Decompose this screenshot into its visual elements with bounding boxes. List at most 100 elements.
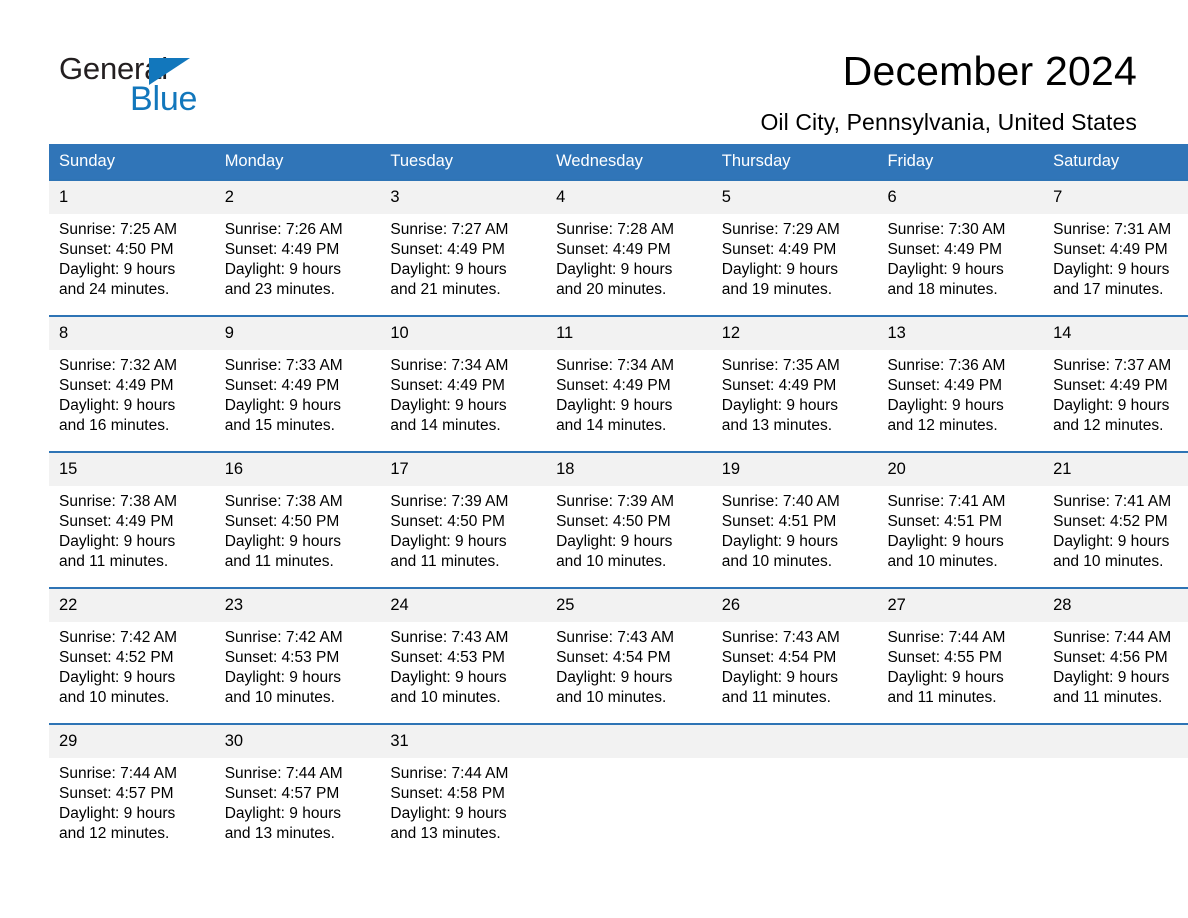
sunset-text: Sunset: 4:49 PM	[390, 241, 505, 258]
weekday-header-saturday: Saturday	[1043, 144, 1188, 180]
generalblue-logo: General Blue	[49, 47, 249, 127]
calendar-day-cell[interactable]: 22 Sunrise: 7:42 AM Sunset: 4:52 PM Dayligh…	[49, 587, 215, 708]
day-info: Sunrise: 7:36 AM Sunset: 4:49 PM Daylight:…	[877, 350, 1043, 436]
day-info: Sunrise: 7:42 AM Sunset: 4:52 PM Daylight:…	[49, 622, 215, 708]
sunset-text: Sunset: 4:49 PM	[1053, 377, 1168, 394]
sunrise-text: Sunrise: 7:44 AM	[59, 765, 178, 782]
day-info: Sunrise: 7:43 AM Sunset: 4:54 PM Daylight:…	[712, 622, 878, 708]
calendar-day-cell[interactable]: 2 Sunrise: 7:26 AM Sunset: 4:49 PM Daylight…	[214, 179, 381, 298]
calendar-day-cell[interactable]: 19 Sunrise: 7:40 AM Sunset: 4:51 PM Dayligh…	[711, 451, 878, 570]
sunset-text: Sunset: 4:49 PM	[59, 513, 174, 530]
daylight-text-line1: Daylight: 9 hours	[224, 669, 341, 686]
daylight-text-line1: Daylight: 9 hours	[390, 805, 507, 822]
sunrise-text: Sunrise: 7:38 AM	[224, 493, 343, 510]
day-cell-inner: 18 Sunrise: 7:39 AM Sunset: 4:50 PM Dayligh…	[546, 453, 712, 572]
calendar-day-cell[interactable]: 16 Sunrise: 7:38 AM Sunset: 4:50 PM Dayligh…	[214, 451, 381, 570]
calendar-day-cell[interactable]: 17 Sunrise: 7:39 AM Sunset: 4:50 PM Dayligh…	[380, 451, 547, 572]
day-number: 19	[711, 453, 878, 486]
day-info	[546, 758, 712, 764]
sunrise-text: Sunrise: 7:36 AM	[887, 357, 1006, 374]
calendar-day-cell[interactable]: 4 Sunrise: 7:28 AM Sunset: 4:49 PM Daylight…	[546, 179, 712, 298]
day-cell-inner: 5 Sunrise: 7:29 AM Sunset: 4:49 PM Daylight…	[711, 181, 878, 300]
day-info: Sunrise: 7:44 AM Sunset: 4:55 PM Daylight:…	[877, 622, 1043, 708]
calendar-day-cell[interactable]: 21 Sunrise: 7:41 AM Sunset: 4:52 PM Dayligh…	[1043, 451, 1188, 570]
weekday-header-friday: Friday	[877, 144, 1044, 180]
day-cell-inner: 12 Sunrise: 7:35 AM Sunset: 4:49 PM Dayligh…	[711, 317, 878, 436]
calendar-day-cell[interactable]: 18 Sunrise: 7:39 AM Sunset: 4:50 PM Dayligh…	[546, 451, 712, 572]
day-info: Sunrise: 7:42 AM Sunset: 4:53 PM Daylight:…	[215, 622, 381, 708]
day-cell-inner	[1043, 725, 1188, 841]
calendar-day-cell[interactable]: 15 Sunrise: 7:38 AM Sunset: 4:49 PM Dayligh…	[49, 451, 215, 570]
calendar-day-cell[interactable]: 3 Sunrise: 7:27 AM Sunset: 4:49 PM Daylight…	[380, 179, 547, 300]
day-info: Sunrise: 7:39 AM Sunset: 4:50 PM Daylight:…	[380, 486, 546, 572]
calendar-day-cell[interactable]: 13 Sunrise: 7:36 AM Sunset: 4:49 PM Dayligh…	[877, 315, 1044, 436]
daylight-text-line1: Daylight: 9 hours	[556, 533, 673, 550]
calendar-day-cell[interactable]: 28 Sunrise: 7:44 AM Sunset: 4:56 PM Dayligh…	[1043, 587, 1188, 706]
calendar-day-cell[interactable]: 7 Sunrise: 7:31 AM Sunset: 4:49 PM Daylight…	[1043, 179, 1188, 300]
sunset-text: Sunset: 4:53 PM	[224, 649, 340, 666]
day-cell-inner: 6 Sunrise: 7:30 AM Sunset: 4:49 PM Daylight…	[877, 181, 1044, 298]
calendar-day-cell[interactable]: 24 Sunrise: 7:43 AM Sunset: 4:53 PM Dayligh…	[380, 587, 547, 706]
day-number: 11	[546, 317, 712, 350]
calendar-day-cell[interactable]: 11 Sunrise: 7:34 AM Sunset: 4:49 PM Dayligh…	[546, 315, 712, 434]
page-header: General Blue December 2024 Oil City, Pen…	[49, 0, 1139, 135]
calendar-day-cell[interactable]: 31 Sunrise: 7:44 AM Sunset: 4:58 PM Dayligh…	[380, 723, 547, 842]
calendar-body: 1 Sunrise: 7:25 AM Sunset: 4:50 PM Daylight…	[49, 179, 1188, 844]
day-cell-inner: 26 Sunrise: 7:43 AM Sunset: 4:54 PM Dayligh…	[711, 589, 878, 708]
sunrise-text: Sunrise: 7:39 AM	[556, 493, 675, 510]
calendar-week-row: 29 Sunrise: 7:44 AM Sunset: 4:57 PM Dayligh…	[49, 723, 1188, 844]
calendar-day-cell[interactable]: 23 Sunrise: 7:42 AM Sunset: 4:53 PM Dayligh…	[214, 587, 381, 708]
daylight-text-line1: Daylight: 9 hours	[390, 397, 507, 414]
weekday-header-sunday: Sunday	[49, 144, 215, 180]
day-number: 28	[1043, 589, 1188, 622]
day-cell-inner: 27 Sunrise: 7:44 AM Sunset: 4:55 PM Dayligh…	[877, 589, 1044, 708]
day-info: Sunrise: 7:39 AM Sunset: 4:50 PM Daylight:…	[546, 486, 712, 572]
calendar-day-cell[interactable]: 9 Sunrise: 7:33 AM Sunset: 4:49 PM Daylight…	[214, 315, 381, 434]
calendar-day-cell[interactable]: 30 Sunrise: 7:44 AM Sunset: 4:57 PM Dayligh…	[214, 723, 381, 844]
calendar-day-cell-empty	[877, 723, 1044, 841]
calendar-day-cell[interactable]: 25 Sunrise: 7:43 AM Sunset: 4:54 PM Dayligh…	[546, 587, 712, 706]
sunset-text: Sunset: 4:49 PM	[887, 241, 1003, 258]
calendar-day-cell[interactable]: 20 Sunrise: 7:41 AM Sunset: 4:51 PM Dayligh…	[877, 451, 1044, 572]
daylight-text-line1: Daylight: 9 hours	[59, 669, 176, 686]
day-number: 23	[214, 589, 381, 622]
sunset-text: Sunset: 4:49 PM	[59, 377, 174, 394]
calendar-day-cell[interactable]: 14 Sunrise: 7:37 AM Sunset: 4:49 PM Dayligh…	[1043, 315, 1188, 436]
day-number: 22	[49, 589, 215, 622]
daylight-text-line1: Daylight: 9 hours	[59, 805, 176, 822]
day-info: Sunrise: 7:35 AM Sunset: 4:49 PM Daylight:…	[712, 350, 878, 436]
page-title: December 2024	[842, 48, 1137, 94]
day-info: Sunrise: 7:37 AM Sunset: 4:49 PM Daylight:…	[1043, 350, 1188, 436]
calendar-day-cell[interactable]: 12 Sunrise: 7:35 AM Sunset: 4:49 PM Dayligh…	[711, 315, 878, 436]
day-number: 27	[877, 589, 1044, 622]
day-info: Sunrise: 7:29 AM Sunset: 4:49 PM Daylight:…	[712, 214, 878, 300]
daylight-text-line1: Daylight: 9 hours	[224, 533, 341, 550]
day-info: Sunrise: 7:41 AM Sunset: 4:51 PM Daylight:…	[877, 486, 1043, 572]
daylight-text-line1: Daylight: 9 hours	[390, 669, 507, 686]
calendar-day-cell[interactable]: 29 Sunrise: 7:44 AM Sunset: 4:57 PM Dayligh…	[49, 723, 215, 842]
day-number: 16	[214, 453, 381, 486]
calendar-day-cell-empty	[546, 723, 712, 841]
sunset-text: Sunset: 4:50 PM	[556, 513, 671, 530]
daylight-text-line1: Daylight: 9 hours	[1053, 261, 1170, 278]
sunrise-text: Sunrise: 7:41 AM	[887, 493, 1006, 510]
calendar-day-cell[interactable]: 26 Sunrise: 7:43 AM Sunset: 4:54 PM Dayligh…	[711, 587, 878, 708]
day-cell-inner: 10 Sunrise: 7:34 AM Sunset: 4:49 PM Dayligh…	[380, 317, 547, 434]
calendar-day-cell[interactable]: 8 Sunrise: 7:32 AM Sunset: 4:49 PM Daylight…	[49, 315, 215, 436]
day-number: 21	[1043, 453, 1188, 486]
day-info: Sunrise: 7:44 AM Sunset: 4:57 PM Daylight:…	[215, 758, 381, 844]
day-info: Sunrise: 7:32 AM Sunset: 4:49 PM Daylight:…	[49, 350, 215, 436]
calendar-day-cell[interactable]: 5 Sunrise: 7:29 AM Sunset: 4:49 PM Daylight…	[711, 179, 878, 300]
day-info: Sunrise: 7:27 AM Sunset: 4:49 PM Daylight:…	[380, 214, 546, 300]
day-number: 24	[380, 589, 547, 622]
day-cell-inner: 13 Sunrise: 7:36 AM Sunset: 4:49 PM Dayligh…	[877, 317, 1044, 436]
day-info: Sunrise: 7:31 AM Sunset: 4:49 PM Daylight:…	[1043, 214, 1188, 300]
daylight-text-line1: Daylight: 9 hours	[721, 397, 839, 414]
calendar-day-cell[interactable]: 27 Sunrise: 7:44 AM Sunset: 4:55 PM Dayligh…	[877, 587, 1044, 708]
daylight-text-line1: Daylight: 9 hours	[556, 669, 673, 686]
day-cell-inner: 20 Sunrise: 7:41 AM Sunset: 4:51 PM Dayligh…	[877, 453, 1044, 572]
calendar-day-cell[interactable]: 1 Sunrise: 7:25 AM Sunset: 4:50 PM Daylight…	[49, 179, 215, 298]
calendar-day-cell[interactable]: 6 Sunrise: 7:30 AM Sunset: 4:49 PM Daylight…	[877, 179, 1044, 298]
calendar-day-cell[interactable]: 10 Sunrise: 7:34 AM Sunset: 4:49 PM Dayligh…	[380, 315, 547, 434]
day-number: 17	[380, 453, 547, 486]
